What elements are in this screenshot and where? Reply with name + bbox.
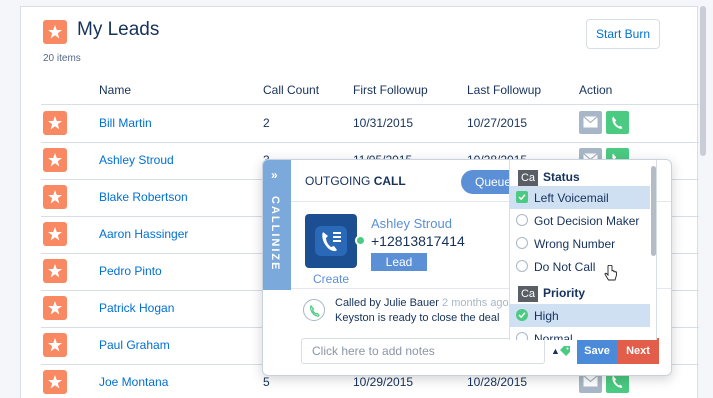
status-label: Status <box>543 170 580 184</box>
lead-star-icon <box>43 222 67 246</box>
contact-name-link[interactable]: Ashley Stroud <box>371 216 452 231</box>
first-followup: 10/29/2015 <box>353 375 414 389</box>
lead-star-icon <box>43 185 67 209</box>
lead-star-icon <box>43 370 67 394</box>
collapse-arrows-icon[interactable]: » <box>271 168 278 182</box>
dropdown-option[interactable]: Do Not Call <box>510 255 650 278</box>
lead-star-icon <box>43 259 67 283</box>
phone-contact-icon <box>305 214 357 268</box>
lead-name-link[interactable]: Joe Montana <box>99 375 168 389</box>
last-followup: 10/28/2015 <box>467 375 528 389</box>
priority-group-header: Ca Priority <box>510 282 656 306</box>
tag-dropdown[interactable]: ▲ <box>547 338 575 364</box>
lead-star-icon <box>43 333 67 357</box>
radio-icon[interactable] <box>516 237 528 249</box>
lead-star-icon <box>43 148 67 172</box>
lead-star-icon <box>43 296 67 320</box>
call-count: 5 <box>263 375 270 389</box>
page-scrollbar[interactable] <box>700 6 706 156</box>
column-header-name[interactable]: Name <box>99 83 131 97</box>
radio-icon[interactable] <box>516 332 528 340</box>
column-header-call-count[interactable]: Call Count <box>263 83 319 97</box>
lead-name-link[interactable]: Aaron Hassinger <box>99 227 188 241</box>
tag-icon <box>560 346 570 356</box>
radio-icon[interactable] <box>516 260 528 272</box>
lead-star-icon <box>43 111 67 135</box>
check-icon <box>516 309 528 321</box>
online-status-dot <box>355 235 366 246</box>
lead-name-link[interactable]: Paul Graham <box>99 338 170 352</box>
priority-label: Priority <box>543 286 586 300</box>
notes-input[interactable]: Click here to add notes <box>301 338 545 364</box>
radio-icon[interactable] <box>516 214 528 226</box>
lead-name-link[interactable]: Ashley Stroud <box>99 153 174 167</box>
call-title: OUTGOING CALL <box>305 174 406 188</box>
dropdown-option[interactable]: Wrong Number <box>510 232 650 255</box>
dropdown-option[interactable]: Got Decision Maker <box>510 209 650 232</box>
call-history-icon <box>303 299 325 321</box>
save-button[interactable]: Save <box>577 338 617 364</box>
column-header-last-followup[interactable]: Last Followup <box>467 83 541 97</box>
create-link[interactable]: Create <box>313 272 349 286</box>
page-title: My Leads <box>77 19 160 40</box>
dropdown-scrollbar[interactable] <box>651 166 656 256</box>
callinize-label: CALLINIZE <box>269 196 281 272</box>
item-count: 20 items <box>43 53 81 64</box>
check-icon <box>516 191 528 203</box>
lead-name-link[interactable]: Blake Robertson <box>99 190 188 204</box>
callinize-tab[interactable]: » CALLINIZE <box>263 160 291 290</box>
call-count: 2 <box>263 116 270 130</box>
dropdown-option[interactable]: Left Voicemail <box>510 186 650 209</box>
table-row: Bill Martin 2 10/31/2015 10/27/2015 <box>21 105 699 142</box>
lead-button[interactable]: Lead <box>371 253 427 271</box>
start-burn-button[interactable]: Start Burn <box>586 19 660 49</box>
category-badge: Ca <box>518 170 538 186</box>
history-note: Keyston is ready to close the deal <box>335 312 500 324</box>
lead-name-link[interactable]: Pedro Pinto <box>99 264 162 278</box>
hand-cursor-icon <box>604 265 617 281</box>
widget-footer: Click here to add notes ▲ Save Next <box>291 338 671 368</box>
first-followup: 10/31/2015 <box>353 116 414 130</box>
lead-name-link[interactable]: Patrick Hogan <box>99 301 174 315</box>
next-button[interactable]: Next <box>617 338 659 364</box>
category-badge: Ca <box>518 286 538 302</box>
phone-icon[interactable] <box>606 111 629 134</box>
last-followup: 10/27/2015 <box>467 116 528 130</box>
column-header-action: Action <box>579 83 613 97</box>
dropdown-option[interactable]: Normal <box>510 327 650 340</box>
contact-phone: +12813817414 <box>371 233 465 249</box>
email-icon[interactable] <box>579 111 602 134</box>
column-header-first-followup[interactable]: First Followup <box>353 83 428 97</box>
history-caller: Called by Julie Bauer 2 months ago <box>335 297 509 309</box>
lead-name-link[interactable]: Bill Martin <box>99 116 152 130</box>
dropdown-option[interactable]: High <box>510 304 650 327</box>
star-icon <box>43 20 67 44</box>
disposition-dropdown[interactable]: Ca Status Left Voicemail Got Decision Mak… <box>509 160 657 340</box>
